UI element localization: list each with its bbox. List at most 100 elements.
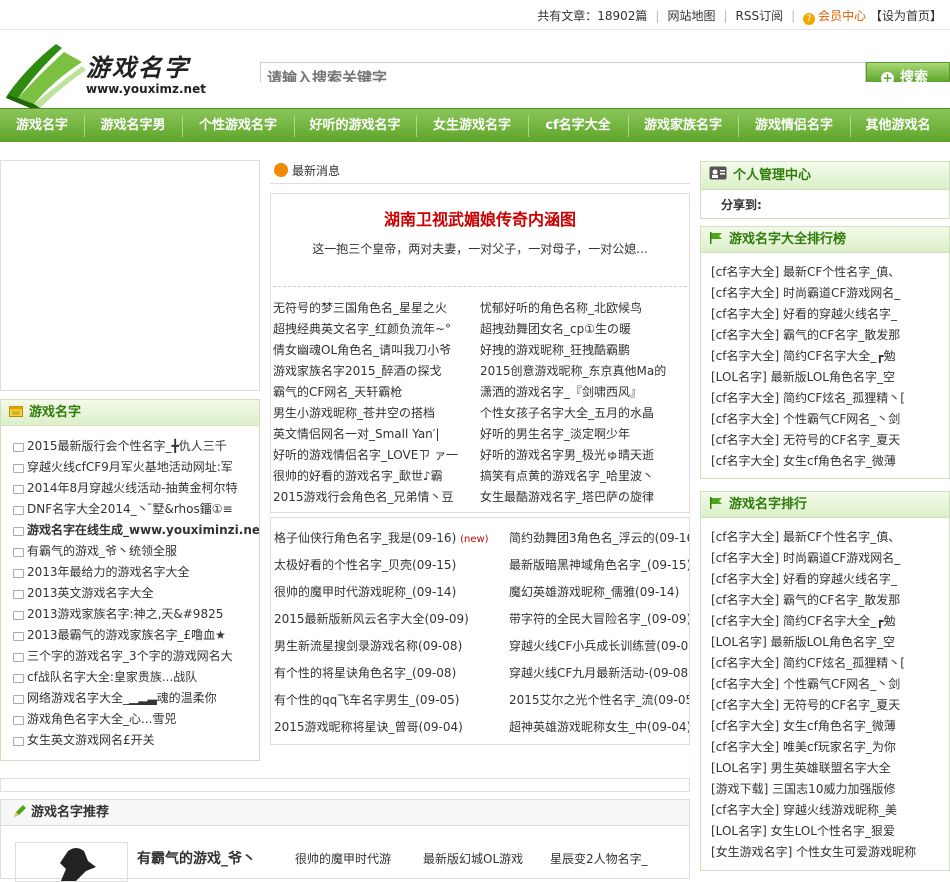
list-item[interactable]: [cf名字大全] 唯美cf玩家名字_为你 xyxy=(701,737,949,758)
list-item[interactable]: [游戏下载] 三国志10威力加强版修 xyxy=(701,779,949,800)
list-item[interactable]: 潇洒的游戏名字_『剑啸西风』 xyxy=(480,382,687,403)
list-item[interactable]: 好听的游戏情侣名字_LOVEㄗ ァ一 xyxy=(273,445,480,466)
list-item[interactable]: [cf名字大全] 最新CF个性名字_傎、 xyxy=(701,527,949,548)
table-row[interactable]: 2015最新版新风云名字大全(09-09) xyxy=(274,606,500,633)
book-logo-icon xyxy=(6,44,86,108)
list-item[interactable]: [cf名字大全] 无符号的CF名字_夏天 xyxy=(701,695,949,716)
list-item[interactable]: 有霸气的游戏_爷丶统领全服 xyxy=(1,541,259,562)
list-item[interactable]: 三个字的游戏名字_3个字的游戏网名大 xyxy=(1,646,259,667)
set-homepage-link[interactable]: 【设为首页】 xyxy=(870,9,942,23)
list-item[interactable]: 倩女幽魂OL角色名_请叫我刀小爷 xyxy=(273,340,480,361)
site-logo[interactable]: 游戏名字 www.youximz.net xyxy=(4,36,206,108)
list-item[interactable]: 超拽经典英文名字_红颜负流年~° xyxy=(273,319,480,340)
list-item[interactable]: 2013游戏家族名字:神之,天&#9825 xyxy=(1,604,259,625)
nav-item-personal-names[interactable]: 个性游戏名字 xyxy=(182,109,294,143)
list-item[interactable]: [LOL名字] 男生英雄联盟名字大全 xyxy=(701,758,949,779)
nav-item-couple-names[interactable]: 游戏情侣名字 xyxy=(738,109,850,143)
nav-item-nice-names[interactable]: 好听的游戏名字 xyxy=(294,109,416,143)
list-item[interactable]: [cf名字大全] 简约CF炫名_孤狸精丶[ xyxy=(701,653,949,674)
list-item[interactable]: 好听的游戏名字男_极光ゅ晴天逝 xyxy=(480,445,687,466)
table-row[interactable]: 魔幻英雄游戏昵称_儒雅(09-14) xyxy=(509,579,689,606)
list-item[interactable]: 游戏家族名字2015_醉酒の探戈 xyxy=(273,361,480,382)
recommend-item[interactable]: 最新版幻城OL游戏 xyxy=(423,850,523,867)
list-item[interactable]: [cf名字大全] 简约CF名字大全_┏勉 xyxy=(701,611,949,632)
list-item[interactable]: 很帅的好看的游戏名字_歃世♪霸 xyxy=(273,466,480,487)
list-item[interactable]: 霸气的CF网名_天轩霸枪 xyxy=(273,382,480,403)
list-item[interactable]: [cf名字大全] 女生cf角色名字_微薄 xyxy=(701,451,949,472)
table-row[interactable]: 2015艾尔之光个性名字_流(09-05) xyxy=(509,687,689,714)
list-item[interactable]: 2013最霸气的游戏家族名字_£噜血★ xyxy=(1,625,259,646)
list-item[interactable]: 无符号的梦三国角色名_星星之火 xyxy=(273,298,480,319)
list-item[interactable]: [cf名字大全] 无符号的CF名字_夏天 xyxy=(701,430,949,451)
feature-title[interactable]: 有霸气的游戏_爷丶 xyxy=(137,848,256,868)
recommend-item[interactable]: 很帅的魔甲时代游 xyxy=(295,850,391,867)
list-item[interactable]: [LOL名字] 最新版LOL角色名字_空 xyxy=(701,367,949,388)
nav-item-female-names[interactable]: 女生游戏名字 xyxy=(416,109,528,143)
member-center-link[interactable]: 会员中心 xyxy=(818,9,866,23)
recommend-item[interactable]: 星辰变2人物名字_ xyxy=(550,850,648,867)
list-item[interactable]: [LOL名字] 女生LOL个性名字_狠爱 xyxy=(701,821,949,842)
list-item[interactable]: [cf名字大全] 时尚霸道CF游戏网名_ xyxy=(701,548,949,569)
feature-thumbnail[interactable] xyxy=(15,842,128,882)
list-item[interactable]: [cf名字大全] 女生cf角色名字_微薄 xyxy=(701,716,949,737)
list-item[interactable]: 超拽劲舞团女名_cp①生の暖 xyxy=(480,319,687,340)
list-item[interactable]: DNF名字大全2014_丶 ̄墅&rhos鐂①≡ xyxy=(1,499,259,520)
list-item[interactable]: 男生小游戏昵称_苍井空の搭档 xyxy=(273,403,480,424)
list-item[interactable]: 游戏名字在线生成_www.youximinzi.ne xyxy=(1,520,259,541)
list-item[interactable]: 好拽的游戏昵称_狂拽酷霸鹏 xyxy=(480,340,687,361)
list-item[interactable]: [cf名字大全] 好看的穿越火线名字_ xyxy=(701,304,949,325)
nav-item-other-names[interactable]: 其他游戏名 xyxy=(850,109,946,143)
rss-link[interactable]: RSS订阅 xyxy=(736,9,784,23)
list-item[interactable]: [cf名字大全] 简约CF炫名_孤狸精丶[ xyxy=(701,388,949,409)
table-row[interactable]: 带字符的全民大冒险名字_(09-09) xyxy=(509,606,689,633)
list-item[interactable]: [cf名字大全] 简约CF名字大全_┏勉 xyxy=(701,346,949,367)
list-item[interactable]: 游戏角色名字大全_心...雪兕 xyxy=(1,709,259,730)
list-item[interactable]: 2013英文游戏名字大全 xyxy=(1,583,259,604)
list-item[interactable]: 穿越火线cfCF9月军火基地活动网址:军 xyxy=(1,457,259,478)
list-item[interactable]: [cf名字大全] 穿越火线游戏昵称_美 xyxy=(701,800,949,821)
list-item[interactable]: [cf名字大全] 个性霸气CF网名_丶剑 xyxy=(701,409,949,430)
sitemap-link[interactable]: 网站地图 xyxy=(667,9,715,23)
list-item[interactable]: [cf名字大全] 时尚霸道CF游戏网名_ xyxy=(701,283,949,304)
nav-item-clan-names[interactable]: 游戏家族名字 xyxy=(628,109,738,143)
list-item[interactable]: 网络游戏名字大全_▁▂▃魂的温柔你 xyxy=(1,688,259,709)
list-item[interactable]: 2015最新版行会个性名字_╋仇人三千 xyxy=(1,436,259,457)
list-item[interactable]: 英文情侣网名一对_Small Yan′| xyxy=(273,424,480,445)
table-row[interactable]: 格子仙侠行角色名字_我是(09-16) (new) xyxy=(274,525,500,552)
search-button[interactable]: + 搜索 xyxy=(866,62,950,82)
list-item[interactable]: 女生最酷游戏名字_塔巴萨の旋律 xyxy=(480,487,687,508)
headline-link[interactable]: 湖南卫视武媚娘传奇内涵图 xyxy=(271,194,689,230)
table-row[interactable]: 最新版暗黑神域角色名字_(09-15) xyxy=(509,552,689,579)
nav-item-male-names[interactable]: 游戏名字男 xyxy=(84,109,182,143)
nav-item-cf-names[interactable]: cf名字大全 xyxy=(528,109,628,143)
list-item[interactable]: [cf名字大全] 好看的穿越火线名字_ xyxy=(701,569,949,590)
list-item[interactable]: [女生游戏名字] 个性女生可爱游戏昵称 xyxy=(701,842,949,863)
list-item[interactable]: 搞笑有点黄的游戏名字_哈里波丶 xyxy=(480,466,687,487)
list-item[interactable]: cf战队名字大全:皇家贵族...战队 xyxy=(1,667,259,688)
list-item[interactable]: 2015游戏行会角色名_兄弟情丶豆 xyxy=(273,487,480,508)
table-row[interactable]: 有个性的qq飞车名字男生_(09-05) xyxy=(274,687,500,714)
table-row[interactable]: 2015游戏昵称将星诀_曾哥(09-04) xyxy=(274,714,500,741)
list-item[interactable]: [LOL名字] 最新版LOL角色名字_空 xyxy=(701,632,949,653)
table-row[interactable]: 太极好看的个性名字_贝壳(09-15) xyxy=(274,552,500,579)
table-row[interactable]: 简约劲舞团3角色名_浮云的(09-16) xyxy=(509,525,689,552)
table-row[interactable]: 很帅的魔甲时代游戏昵称_(09-14) xyxy=(274,579,500,606)
list-item[interactable]: [cf名字大全] 个性霸气CF网名_丶剑 xyxy=(701,674,949,695)
list-item[interactable]: 2015创意游戏昵称_东京真他Ma的 xyxy=(480,361,687,382)
list-item[interactable]: 忧郁好听的角色名称_北欧候鸟 xyxy=(480,298,687,319)
list-item[interactable]: [cf名字大全] 霸气的CF名字_散发那 xyxy=(701,590,949,611)
table-row[interactable]: 穿越火线CF小兵成长训练营(09-08) xyxy=(509,633,689,660)
list-item[interactable]: [cf名字大全] 最新CF个性名字_傎、 xyxy=(701,262,949,283)
search-input[interactable] xyxy=(261,63,865,82)
table-row[interactable]: 穿越火线CF九月最新活动-(09-08) xyxy=(509,660,689,687)
list-item[interactable]: [cf名字大全] 霸气的CF名字_散发那 xyxy=(701,325,949,346)
list-item[interactable]: 个性女孩子名字大全_五月的水晶 xyxy=(480,403,687,424)
list-item[interactable]: 2013年最给力的游戏名字大全 xyxy=(1,562,259,583)
nav-item-game-names[interactable]: 游戏名字 xyxy=(0,109,84,143)
list-item[interactable]: 好听的男生名字_淡定啊少年 xyxy=(480,424,687,445)
table-row[interactable]: 男生新流星搜剑录游戏名称(09-08) xyxy=(274,633,500,660)
list-item[interactable]: 2014年8月穿越火线活动-抽黄金柯尔特 xyxy=(1,478,259,499)
table-row[interactable]: 有个性的将星诀角色名字_(09-08) xyxy=(274,660,500,687)
list-item[interactable]: 女生英文游戏网名£开关 xyxy=(1,730,259,751)
table-row[interactable]: 超神英雄游戏昵称女生_中(09-04) xyxy=(509,714,689,741)
